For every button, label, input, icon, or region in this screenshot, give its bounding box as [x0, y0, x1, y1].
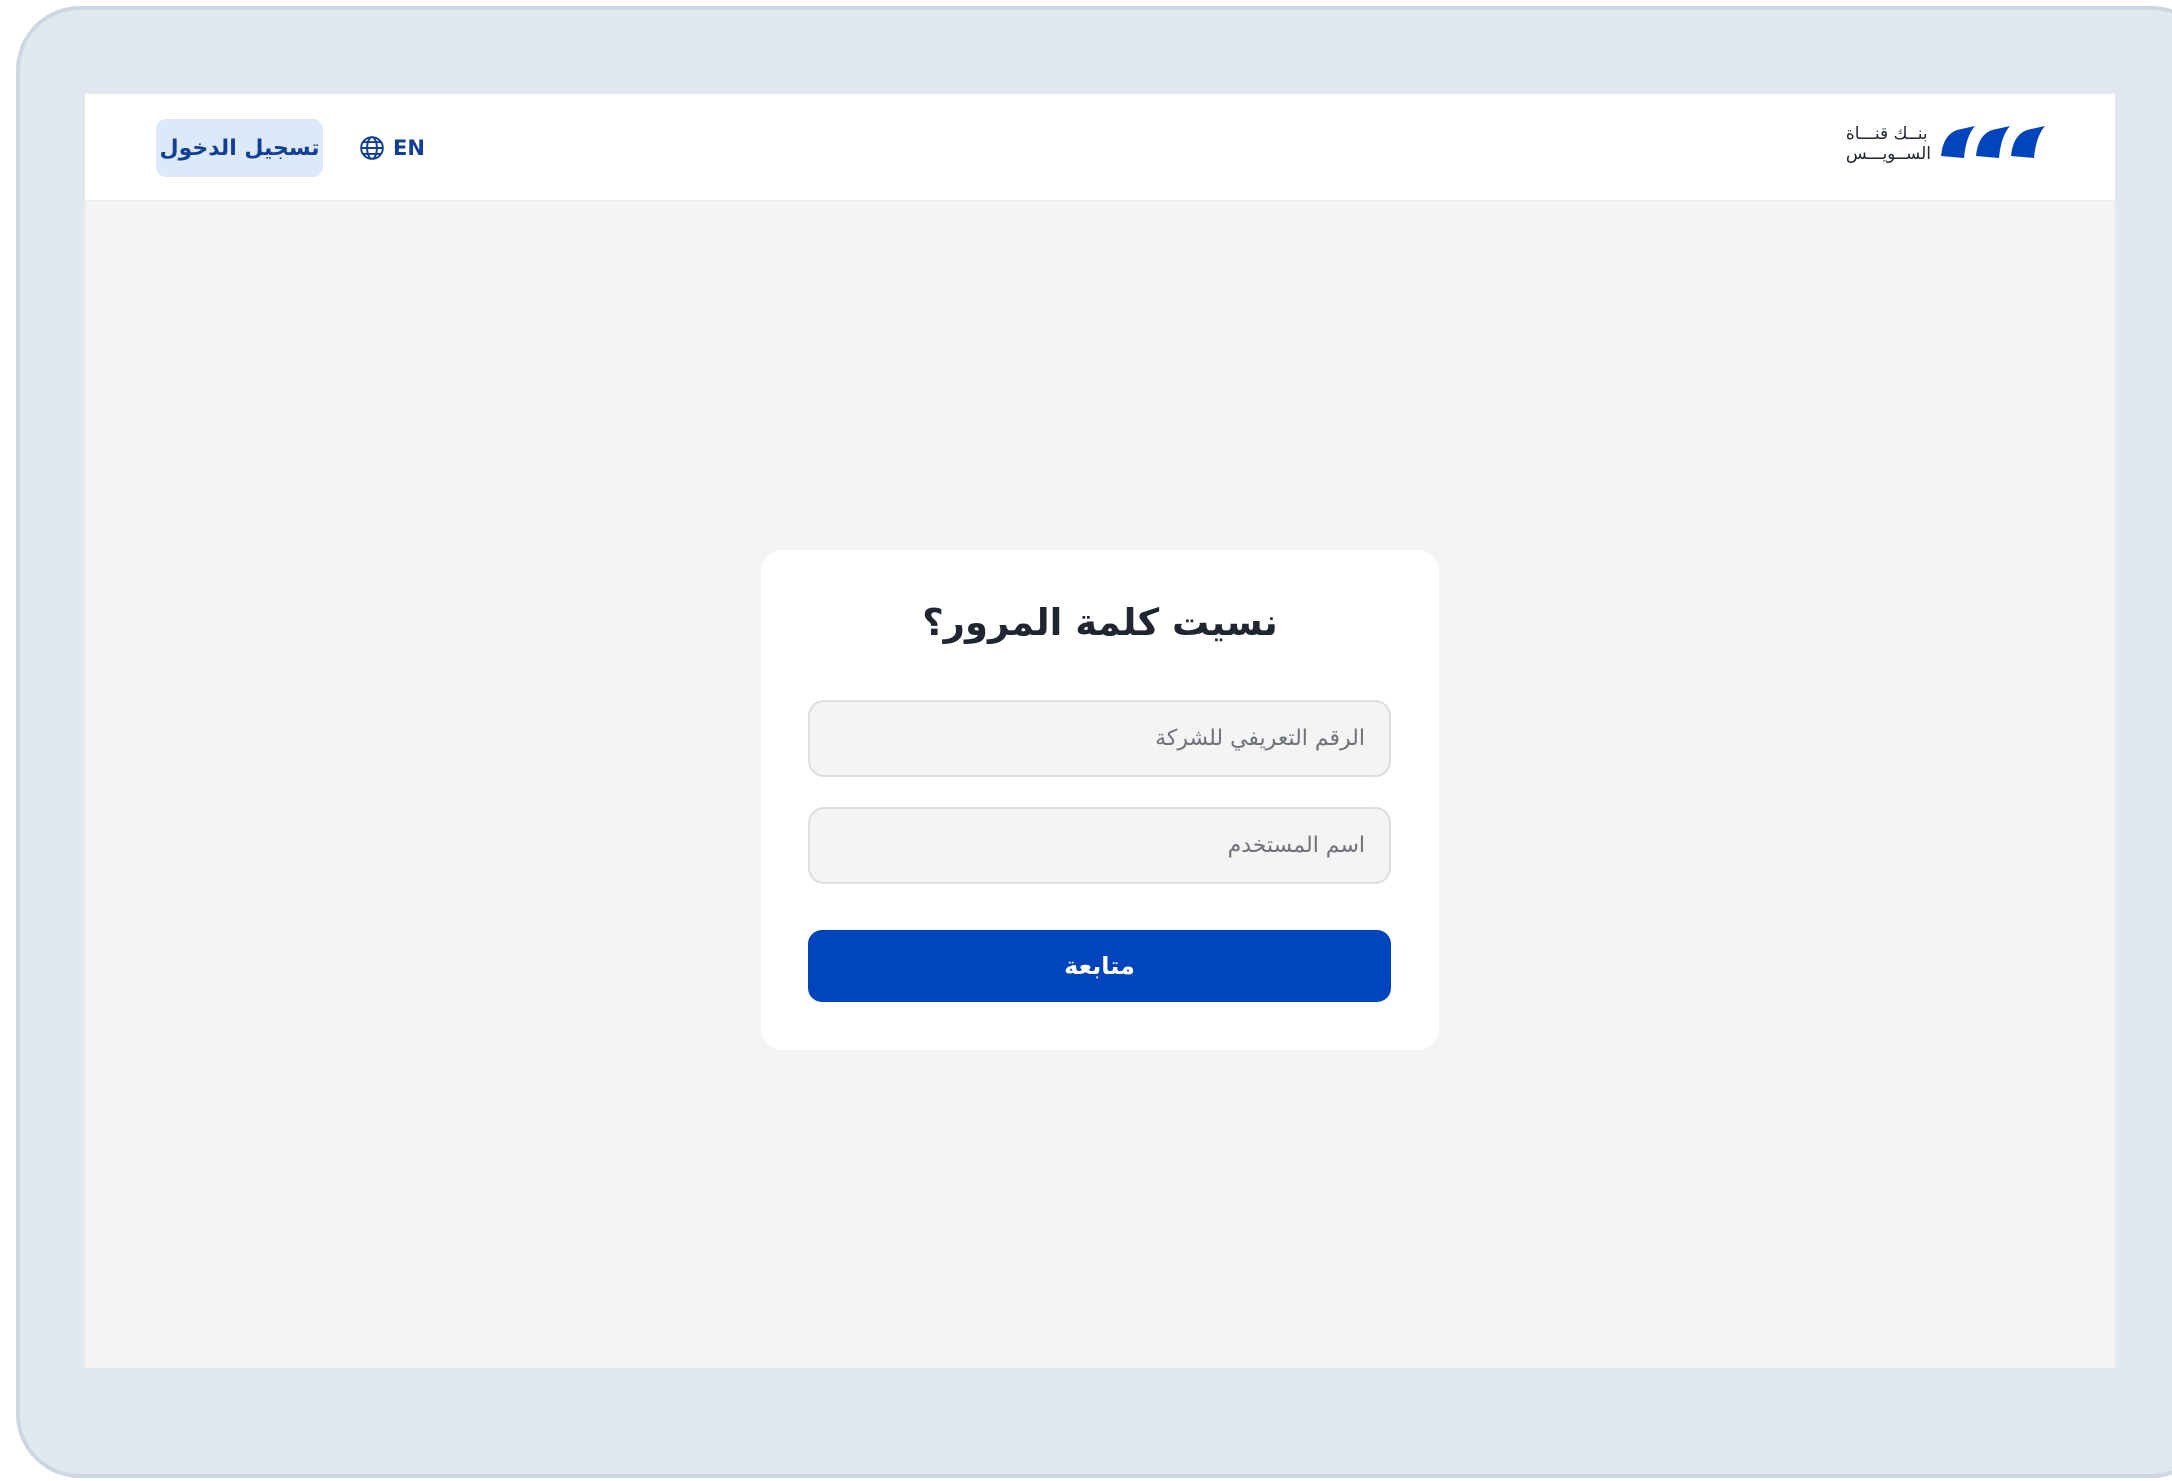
bank-logo: بنــك قنـــاة الســويـــس: [1846, 122, 2045, 166]
language-label: EN: [393, 136, 425, 160]
app-screen: تسجيل الدخول EN بنــك قنـــاة الســويـــ…: [85, 94, 2115, 1368]
bank-name-line1: بنــك قنـــاة: [1845, 124, 1928, 144]
top-navigation-bar: تسجيل الدخول EN بنــك قنـــاة الســويـــ…: [85, 94, 2115, 201]
bank-name: بنــك قنـــاة الســويـــس: [1846, 124, 1931, 164]
forgot-password-card: نسيت كلمة المرور؟ متابعة: [761, 550, 1439, 1050]
company-id-input[interactable]: [808, 700, 1391, 777]
username-input[interactable]: [808, 807, 1391, 884]
bank-logo-waves-icon: [1941, 123, 2045, 165]
login-button[interactable]: تسجيل الدخول: [156, 119, 323, 177]
continue-button[interactable]: متابعة: [808, 930, 1391, 1002]
page-title: نسيت كلمة المرور؟: [922, 601, 1278, 644]
bank-name-line2: الســويـــس: [1845, 144, 1931, 164]
language-switcher[interactable]: EN: [359, 131, 425, 165]
globe-icon: [359, 135, 385, 161]
